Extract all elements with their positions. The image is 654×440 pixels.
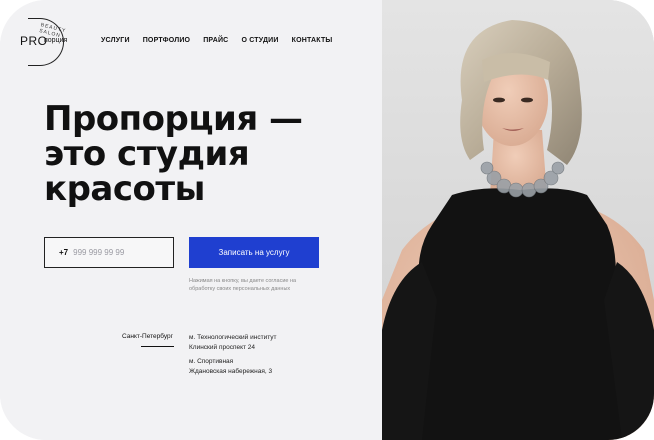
logo-name: порция xyxy=(44,37,68,44)
address-1: м. Технологический институт Клинский про… xyxy=(189,333,276,353)
nav-item-portfolio[interactable]: ПОРТФОЛИО xyxy=(143,37,191,44)
main-nav: УСЛУГИ ПОРТФОЛИО ПРАЙС О СТУДИИ КОНТАКТЫ xyxy=(101,37,332,44)
nav-item-price[interactable]: ПРАЙС xyxy=(203,37,228,44)
phone-field[interactable]: +7 xyxy=(44,237,174,268)
nav-item-about[interactable]: О СТУДИИ xyxy=(241,37,278,44)
page-title: Пропорция — это студия красоты xyxy=(44,102,374,207)
hero-card: BEAUTY SALON PRO порция УСЛУГИ ПОРТФОЛИО… xyxy=(0,0,654,440)
nav-item-contacts[interactable]: КОНТАКТЫ xyxy=(292,37,333,44)
page-title-line-3: красоты xyxy=(44,169,205,209)
address-1-street: Клинский проспект 24 xyxy=(189,344,256,351)
city-underline xyxy=(141,346,174,347)
page-title-line-2: это студия xyxy=(44,134,250,174)
logo[interactable]: BEAUTY SALON PRO порция xyxy=(18,18,78,66)
nav-item-services[interactable]: УСЛУГИ xyxy=(101,37,130,44)
address-2: м. Спортивная Ждановская набережная, 3 xyxy=(189,357,272,377)
address-2-metro: м. Спортивная xyxy=(189,358,234,365)
phone-input[interactable] xyxy=(73,248,154,257)
address-2-street: Ждановская набережная, 3 xyxy=(189,368,273,375)
consent-line-1: Нажимая на кнопку, вы даете согласие на xyxy=(189,278,297,284)
page-title-line-1: Пропорция — xyxy=(44,99,303,139)
city-label: Санкт-Петербург xyxy=(122,333,173,340)
address-1-metro: м. Технологический институт xyxy=(189,334,277,341)
consent-line-2: обработку своих персональных данных xyxy=(189,286,291,292)
hero-photo xyxy=(382,0,654,440)
phone-prefix: +7 xyxy=(59,248,69,257)
consent-note: Нажимая на кнопку, вы даете согласие на … xyxy=(189,277,319,293)
book-service-button[interactable]: Записать на услугу xyxy=(189,237,319,268)
hero-left-panel: BEAUTY SALON PRO порция УСЛУГИ ПОРТФОЛИО… xyxy=(0,0,382,440)
model-portrait-image xyxy=(382,0,654,440)
